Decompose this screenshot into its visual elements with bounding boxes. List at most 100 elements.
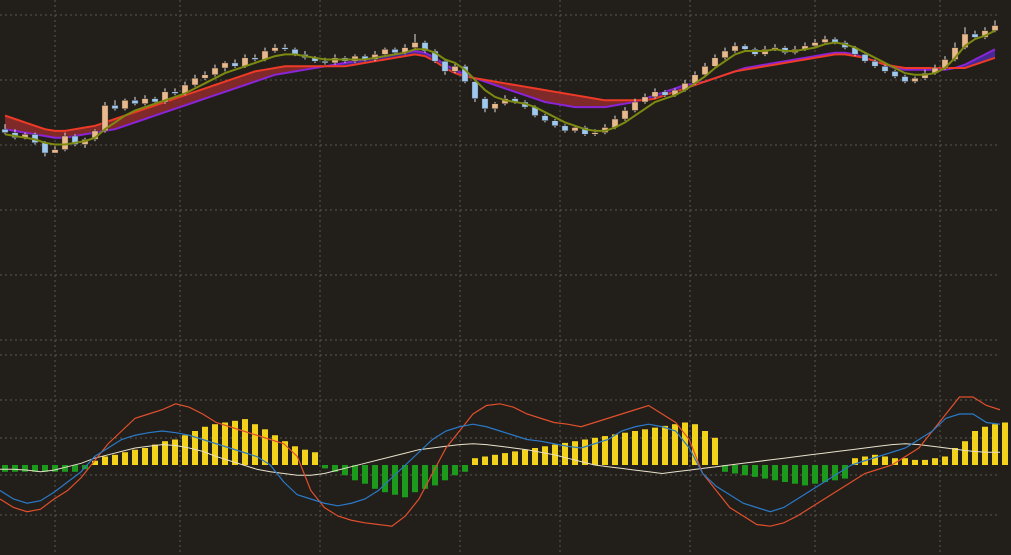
histogram-bar — [22, 465, 28, 472]
oscillator-upper-line — [0, 396, 1001, 527]
histogram-bar — [952, 448, 958, 465]
candlestick-series — [1, 20, 999, 157]
histogram-bar — [402, 465, 408, 498]
histogram-bar — [252, 424, 258, 465]
histogram-bar — [762, 465, 768, 479]
histogram-bar — [492, 454, 498, 465]
histogram-bar — [452, 465, 458, 476]
histogram-bar — [772, 465, 778, 481]
histogram-bar — [262, 429, 268, 465]
histogram-bar — [2, 465, 8, 472]
histogram-bar — [312, 452, 318, 465]
candle-body — [171, 91, 179, 94]
candle-body — [711, 57, 719, 67]
oscillator-histogram — [2, 419, 1008, 498]
candle-body — [441, 60, 449, 72]
histogram-bar — [702, 431, 708, 465]
candle-body — [41, 142, 49, 154]
chart-root — [0, 0, 1011, 555]
histogram-bar — [712, 437, 718, 465]
candle-body — [551, 120, 559, 127]
candle-body — [191, 77, 199, 86]
histogram-bar — [382, 465, 388, 493]
candle-body — [411, 42, 419, 48]
candle-body — [251, 57, 259, 60]
candle-body — [111, 105, 119, 110]
candle-body — [881, 66, 889, 72]
histogram-bar — [812, 465, 818, 484]
candle-body — [61, 135, 69, 150]
histogram-bar — [72, 465, 78, 472]
histogram-bar — [182, 435, 188, 465]
candle-body — [201, 74, 209, 79]
histogram-bar — [912, 459, 918, 465]
candle-body — [121, 100, 129, 110]
histogram-bar — [422, 465, 428, 489]
candle-body — [321, 60, 329, 64]
candle-body — [451, 66, 459, 72]
histogram-bar — [502, 453, 508, 465]
histogram-bar — [832, 465, 838, 481]
histogram-bar — [102, 456, 108, 465]
oscillator-signal-line — [0, 443, 1000, 476]
histogram-bar — [362, 465, 368, 484]
histogram-bar — [202, 426, 208, 465]
histogram-bar — [392, 465, 398, 495]
candle-body — [631, 101, 639, 111]
histogram-bar — [112, 454, 118, 465]
histogram-bar — [972, 431, 978, 465]
histogram-bar — [902, 458, 908, 465]
band-lower-line — [4, 48, 996, 139]
histogram-bar — [52, 465, 58, 472]
histogram-bar — [652, 427, 658, 465]
candle-body — [561, 125, 569, 132]
histogram-bar — [482, 456, 488, 465]
candle-body — [151, 98, 159, 103]
histogram-bar — [12, 465, 18, 472]
candle-body — [621, 110, 629, 120]
histogram-bar — [142, 448, 148, 465]
histogram-bar — [152, 444, 158, 465]
histogram-bar — [342, 465, 348, 476]
histogram-bar — [172, 439, 178, 465]
histogram-bar — [462, 465, 468, 472]
candle-body — [491, 103, 499, 110]
candle-body — [911, 77, 919, 82]
candle-body — [391, 49, 399, 53]
histogram-bar — [412, 465, 418, 493]
histogram-bar — [992, 424, 998, 465]
histogram-bar — [792, 465, 798, 484]
oscillator-lines — [0, 396, 1001, 527]
candle-body — [971, 33, 979, 38]
histogram-bar — [782, 465, 788, 482]
histogram-bar — [962, 441, 968, 465]
candle-body — [381, 49, 389, 55]
histogram-bar — [122, 452, 128, 465]
histogram-bar — [882, 456, 888, 465]
candle-body — [861, 54, 869, 62]
candle-body — [131, 100, 139, 104]
candle-body — [271, 47, 279, 52]
candle-body — [211, 67, 219, 76]
histogram-bar — [682, 422, 688, 465]
histogram-bar — [822, 465, 828, 482]
histogram-bar — [942, 456, 948, 465]
histogram-bar — [352, 465, 358, 481]
candle-body — [661, 91, 669, 96]
histogram-bar — [742, 465, 748, 476]
candle-body — [821, 38, 829, 43]
histogram-bar — [1002, 422, 1008, 465]
candle-body — [731, 45, 739, 52]
candle-body — [991, 25, 999, 31]
histogram-bar — [932, 458, 938, 465]
candle-body — [1, 128, 9, 133]
candle-body — [141, 98, 149, 104]
histogram-bar — [592, 437, 598, 465]
candle-body — [481, 98, 489, 110]
candle-body — [221, 62, 229, 69]
candle-body — [721, 50, 729, 59]
histogram-bar — [612, 434, 618, 465]
candle-body — [281, 47, 289, 50]
histogram-bar — [732, 465, 738, 474]
candle-body — [571, 127, 579, 132]
